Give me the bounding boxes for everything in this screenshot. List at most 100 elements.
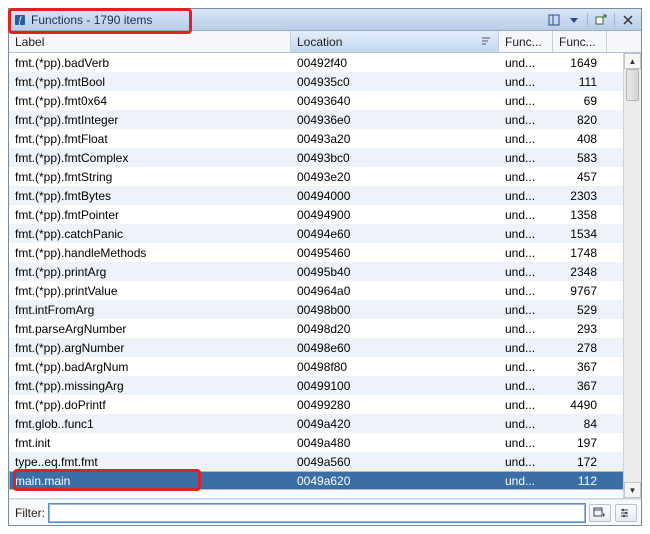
table-row[interactable]: main.main0049a620und...112 xyxy=(9,471,641,490)
cell-func1: und... xyxy=(499,284,553,298)
column-scroll-spacer xyxy=(607,31,625,52)
table-row[interactable]: fmt.(*pp).fmtPointer00494900und...1358 xyxy=(9,205,641,224)
cell-func2: 408 xyxy=(553,132,607,146)
cell-func1: und... xyxy=(499,474,553,488)
column-func2-text: Func... xyxy=(559,35,596,49)
cell-label: fmt.(*pp).catchPanic xyxy=(9,227,291,241)
table-row[interactable]: fmt.(*pp).printArg00495b40und...2348 xyxy=(9,262,641,281)
cell-label: type..eq.fmt.fmt xyxy=(9,455,291,469)
table-row[interactable]: fmt.(*pp).badArgNum00498f80und...367 xyxy=(9,357,641,376)
cell-func1: und... xyxy=(499,265,553,279)
table-body: fmt.(*pp).badVerb00492f40und...1649fmt.(… xyxy=(9,53,641,498)
cell-func2: 278 xyxy=(553,341,607,355)
table-row[interactable]: type..eq.fmt.fmt0049a560und...172 xyxy=(9,452,641,471)
cell-func1: und... xyxy=(499,303,553,317)
panel-content: Label Location Func... Func... fmt.(*pp)… xyxy=(9,31,641,525)
cell-location: 00495460 xyxy=(291,246,499,260)
table-row[interactable]: fmt.(*pp).fmtString00493e20und...457 xyxy=(9,167,641,186)
filter-settings-button[interactable] xyxy=(615,504,637,522)
cell-func1: und... xyxy=(499,227,553,241)
separator xyxy=(614,13,615,27)
table-row[interactable]: fmt.(*pp).missingArg00499100und...367 xyxy=(9,376,641,395)
column-func2[interactable]: Func... xyxy=(553,31,607,52)
cell-location: 00495b40 xyxy=(291,265,499,279)
expand-button[interactable] xyxy=(592,12,610,28)
cell-location: 00494000 xyxy=(291,189,499,203)
cell-func1: und... xyxy=(499,322,553,336)
cell-func2: 367 xyxy=(553,360,607,374)
cell-func2: 293 xyxy=(553,322,607,336)
cell-func2: 69 xyxy=(553,94,607,108)
filter-input[interactable] xyxy=(49,504,585,522)
column-func1-text: Func... xyxy=(505,35,542,49)
cell-location: 0049a420 xyxy=(291,417,499,431)
panel-title: Functions - 1790 items xyxy=(31,13,152,27)
cell-func2: 2303 xyxy=(553,189,607,203)
table-row[interactable]: fmt.(*pp).fmtFloat00493a20und...408 xyxy=(9,129,641,148)
cell-label: fmt.(*pp).fmtString xyxy=(9,170,291,184)
vertical-scrollbar[interactable]: ▲ ▼ xyxy=(623,53,641,498)
column-label[interactable]: Label xyxy=(9,31,291,52)
cell-location: 00493e20 xyxy=(291,170,499,184)
cell-func2: 583 xyxy=(553,151,607,165)
cell-func1: und... xyxy=(499,56,553,70)
cell-location: 00499280 xyxy=(291,398,499,412)
cell-label: fmt.(*pp).printValue xyxy=(9,284,291,298)
column-func1[interactable]: Func... xyxy=(499,31,553,52)
scroll-up-button[interactable]: ▲ xyxy=(624,53,641,69)
table-row[interactable]: fmt.(*pp).fmtBytes00494000und...2303 xyxy=(9,186,641,205)
scroll-down-button[interactable]: ▼ xyxy=(624,482,641,498)
scroll-thumb[interactable] xyxy=(626,69,639,101)
table-row[interactable]: fmt.(*pp).fmtComplex00493bc0und...583 xyxy=(9,148,641,167)
functions-panel: f Functions - 1790 items Label xyxy=(8,8,642,526)
close-button[interactable] xyxy=(619,12,637,28)
table-row[interactable]: fmt.(*pp).doPrintf00499280und...4490 xyxy=(9,395,641,414)
cell-func1: und... xyxy=(499,113,553,127)
table-row[interactable]: fmt.(*pp).handleMethods00495460und...174… xyxy=(9,243,641,262)
cell-func2: 172 xyxy=(553,455,607,469)
cell-func2: 84 xyxy=(553,417,607,431)
cell-label: fmt.(*pp).handleMethods xyxy=(9,246,291,260)
cell-func1: und... xyxy=(499,208,553,222)
titlebar-left: f Functions - 1790 items xyxy=(13,13,545,27)
cell-label: fmt.intFromArg xyxy=(9,303,291,317)
cell-func2: 9767 xyxy=(553,284,607,298)
table-row[interactable]: fmt.(*pp).argNumber00498e60und...278 xyxy=(9,338,641,357)
table-row[interactable]: fmt.(*pp).badVerb00492f40und...1649 xyxy=(9,53,641,72)
cell-label: fmt.(*pp).missingArg xyxy=(9,379,291,393)
scroll-track[interactable] xyxy=(624,69,641,482)
table-row[interactable]: fmt.(*pp).fmtInteger004936e0und...820 xyxy=(9,110,641,129)
cell-func1: und... xyxy=(499,379,553,393)
cell-label: fmt.(*pp).doPrintf xyxy=(9,398,291,412)
filter-label: Filter: xyxy=(13,506,45,520)
table-row[interactable]: fmt.init0049a480und...197 xyxy=(9,433,641,452)
table-row[interactable]: fmt.(*pp).fmt0x6400493640und...69 xyxy=(9,91,641,110)
cell-location: 004935c0 xyxy=(291,75,499,89)
table-row[interactable]: fmt.(*pp).printValue004964a0und...9767 xyxy=(9,281,641,300)
table-row[interactable]: fmt.parseArgNumber00498d20und...293 xyxy=(9,319,641,338)
cell-func1: und... xyxy=(499,189,553,203)
column-label-text: Label xyxy=(15,35,44,49)
cell-func1: und... xyxy=(499,75,553,89)
table-row[interactable]: fmt.intFromArg00498b00und...529 xyxy=(9,300,641,319)
cell-func1: und... xyxy=(499,398,553,412)
cell-location: 00498e60 xyxy=(291,341,499,355)
cell-location: 00499100 xyxy=(291,379,499,393)
menu-button[interactable] xyxy=(565,12,583,28)
view-toggle-button[interactable] xyxy=(545,12,563,28)
table-row[interactable]: fmt.glob..func10049a420und...84 xyxy=(9,414,641,433)
cell-func2: 4490 xyxy=(553,398,607,412)
titlebar-actions xyxy=(545,12,637,28)
cell-location: 004936e0 xyxy=(291,113,499,127)
filter-history-button[interactable] xyxy=(589,504,611,522)
table-row[interactable]: fmt.(*pp).fmtBool004935c0und...111 xyxy=(9,72,641,91)
column-location[interactable]: Location xyxy=(291,31,499,52)
cell-location: 00493bc0 xyxy=(291,151,499,165)
cell-func1: und... xyxy=(499,341,553,355)
cell-func2: 2348 xyxy=(553,265,607,279)
cell-func2: 1358 xyxy=(553,208,607,222)
cell-func2: 1748 xyxy=(553,246,607,260)
cell-location: 004964a0 xyxy=(291,284,499,298)
table-row[interactable]: fmt.(*pp).catchPanic00494e60und...1534 xyxy=(9,224,641,243)
cell-label: fmt.(*pp).fmtBool xyxy=(9,75,291,89)
